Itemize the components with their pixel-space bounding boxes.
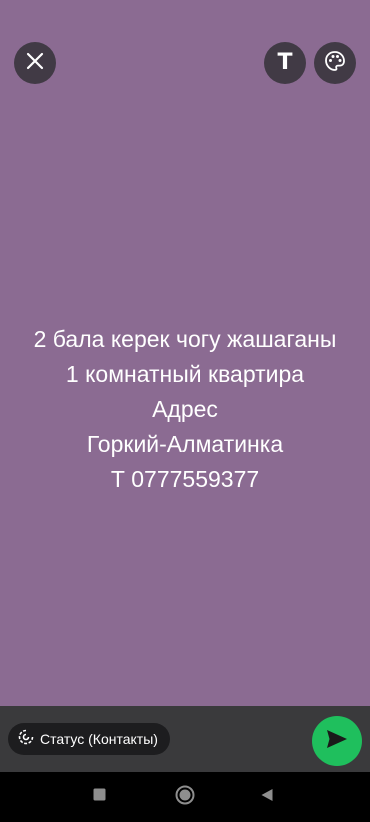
square-icon bbox=[93, 788, 106, 806]
circle-icon bbox=[175, 785, 195, 810]
text-icon: T bbox=[277, 50, 293, 75]
send-button[interactable] bbox=[312, 716, 362, 766]
status-text-line: Горкий-Алматинка bbox=[86, 431, 284, 457]
close-button[interactable] bbox=[14, 42, 56, 84]
composer-bar: Статус (Контакты) bbox=[0, 706, 370, 772]
color-palette-button[interactable] bbox=[314, 42, 356, 84]
back-button[interactable] bbox=[255, 785, 279, 809]
status-canvas[interactable]: T 2 бала керек чогу жашаганы 1 комнатный… bbox=[0, 0, 370, 706]
status-text-line: Т 0777559377 bbox=[110, 466, 260, 492]
status-text[interactable]: 2 бала керек чогу жашаганы 1 комнатный к… bbox=[0, 322, 370, 497]
close-icon bbox=[26, 52, 44, 75]
palette-icon bbox=[323, 49, 347, 78]
text-style-button[interactable]: T bbox=[264, 42, 306, 84]
status-text-line: 2 бала керек чогу жашаганы bbox=[33, 326, 337, 352]
recents-button[interactable] bbox=[87, 785, 111, 809]
send-icon bbox=[326, 729, 348, 754]
status-audience-label: Статус (Контакты) bbox=[40, 731, 158, 747]
status-privacy-icon bbox=[18, 729, 34, 750]
status-text-line: Адрес bbox=[152, 396, 218, 422]
status-text-line: 1 комнатный квартира bbox=[65, 361, 305, 387]
system-navigation-bar bbox=[0, 772, 370, 822]
home-button[interactable] bbox=[173, 785, 197, 809]
triangle-back-icon bbox=[260, 788, 274, 807]
status-audience-chip[interactable]: Статус (Контакты) bbox=[8, 723, 170, 755]
